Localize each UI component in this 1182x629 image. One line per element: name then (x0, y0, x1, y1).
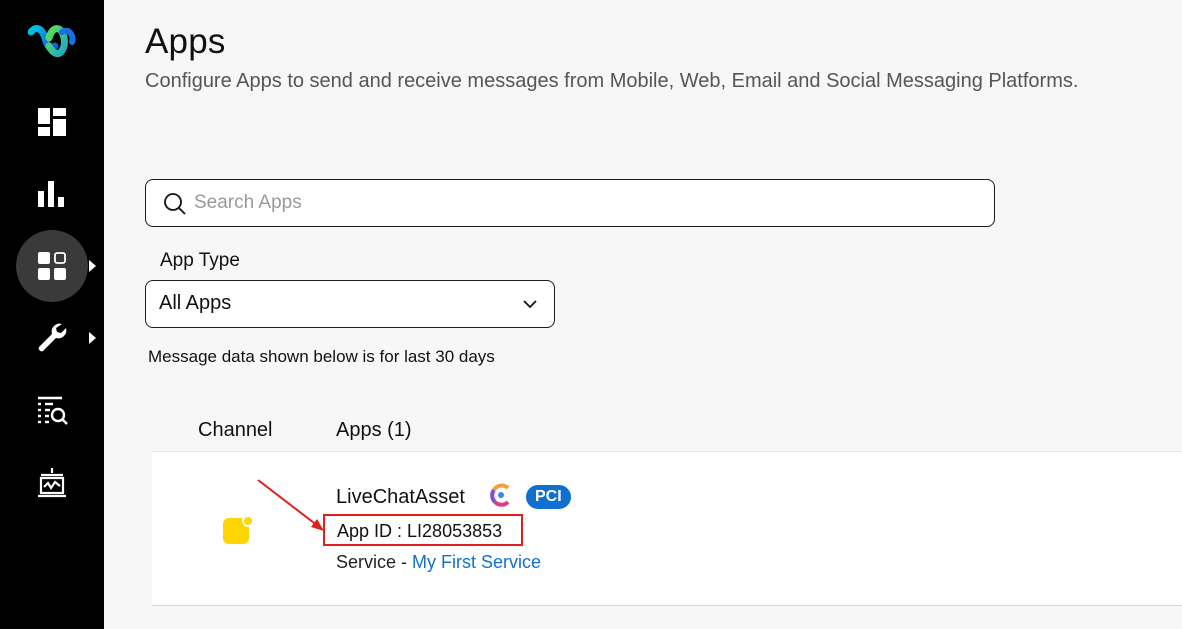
brand-logo-icon (490, 483, 510, 507)
page-title: Apps (145, 22, 226, 61)
chevron-down-icon (523, 300, 537, 309)
service-prefix: Service - (336, 552, 413, 572)
page-subtitle: Configure Apps to send and receive messa… (145, 70, 1079, 92)
apps-grid-icon (38, 252, 66, 280)
wrench-icon (38, 323, 67, 352)
data-range-note: Message data shown below is for last 30 … (148, 347, 495, 366)
pci-badge: PCI (526, 485, 571, 509)
column-header-channel[interactable]: Channel (198, 419, 273, 442)
search-box[interactable] (145, 179, 995, 227)
search-icon (164, 193, 186, 215)
column-header-apps[interactable]: Apps (1) (336, 419, 412, 442)
annotation-arrow-icon (257, 479, 324, 531)
apps-expand-caret-icon[interactable] (89, 260, 96, 272)
cake-monitor-icon (38, 468, 66, 498)
sidebar-item-analytics[interactable] (16, 158, 88, 230)
settings-expand-caret-icon[interactable] (89, 332, 96, 344)
sidebar-item-settings[interactable] (16, 302, 88, 374)
bar-chart-icon (38, 181, 64, 207)
sidebar-item-apps[interactable] (16, 230, 88, 302)
app-name[interactable]: LiveChatAsset (336, 486, 465, 509)
sidebar-item-logs[interactable] (16, 374, 88, 446)
app-type-label: App Type (160, 250, 240, 271)
app-type-select[interactable]: All Apps (145, 280, 555, 328)
app-id: App ID : LI28053853 (337, 521, 503, 541)
webex-logo-icon[interactable] (27, 24, 76, 65)
service-line: Service - My First Service (336, 552, 541, 573)
list-search-icon (38, 396, 68, 425)
app-type-selected-value: All Apps (159, 292, 232, 314)
search-input[interactable] (194, 188, 974, 218)
sidebar-item-dashboard[interactable] (16, 86, 88, 158)
dashboard-icon (38, 108, 66, 136)
sidebar (0, 0, 104, 629)
app-id-highlight-box: App ID : LI28053853 (323, 514, 523, 546)
service-link[interactable]: My First Service (412, 552, 541, 572)
sidebar-item-monitor[interactable] (16, 446, 88, 518)
